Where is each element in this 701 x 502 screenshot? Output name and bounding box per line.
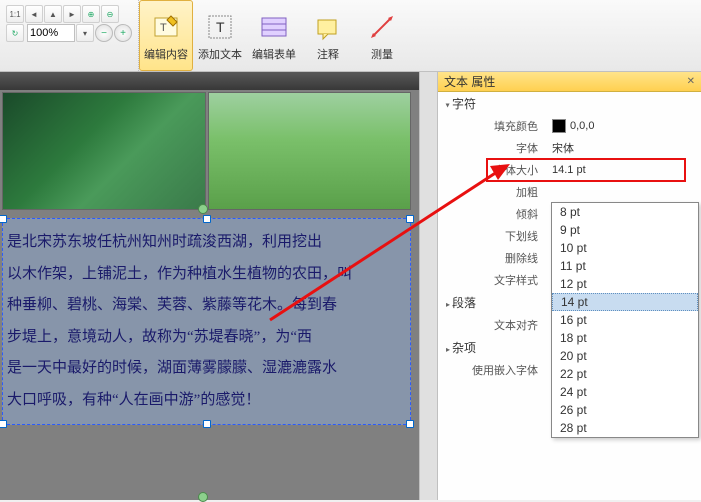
prop-embed-label: 使用嵌入字体	[438, 362, 548, 378]
doc-line: 种垂柳、碧桃、海棠、芙蓉、紫藤等花木。每到春	[7, 290, 406, 322]
zoom-out-tool-icon[interactable]: ⊖	[101, 5, 119, 23]
prop-font-size: 字体大小 14.1 pt	[438, 159, 701, 181]
zoom-stepper-icon[interactable]: ▾	[76, 24, 94, 42]
measure-label: 测量	[371, 46, 393, 62]
edit-form-icon	[257, 10, 291, 44]
selected-text-block[interactable]: 是北宋苏东坡任杭州知州时疏浚西湖，利用挖出 以木作架，上铺泥土，作为种植水生植物…	[2, 218, 411, 425]
font-size-option[interactable]: 12 pt	[552, 275, 698, 293]
font-size-option[interactable]: 20 pt	[552, 347, 698, 365]
svg-text:T: T	[160, 22, 167, 34]
font-size-option[interactable]: 11 pt	[552, 257, 698, 275]
svg-text:T: T	[216, 19, 225, 35]
nav-left-icon[interactable]: ◄	[25, 5, 43, 23]
rotation-handle[interactable]	[198, 492, 208, 502]
font-value[interactable]: 宋体	[548, 140, 701, 156]
font-size-option[interactable]: 24 pt	[552, 383, 698, 401]
add-text-icon: T	[203, 10, 237, 44]
edit-content-button[interactable]: T 编辑内容	[139, 0, 193, 71]
annotate-icon	[311, 10, 345, 44]
doc-line: 大口呼吸，有种“人在画中游”的感觉！	[7, 385, 406, 417]
zoom-plus-button[interactable]: +	[114, 24, 132, 42]
font-size-option[interactable]: 8 pt	[552, 203, 698, 221]
doc-line: 是一天中最好的时候，湖面薄雾朦朦、湿漉漉露水	[7, 353, 406, 385]
doc-line: 以木作架，上铺泥土，作为种植水生植物的农田，叫	[7, 259, 406, 291]
panel-title: 文本 属性	[444, 73, 495, 90]
zoom-input[interactable]	[27, 24, 75, 42]
measure-icon	[365, 10, 399, 44]
add-text-button[interactable]: T 添加文本	[193, 0, 247, 71]
font-size-option[interactable]: 26 pt	[552, 401, 698, 419]
font-size-dropdown: 8 pt9 pt10 pt11 pt12 pt14 pt16 pt18 pt20…	[551, 202, 699, 438]
nav-up-icon[interactable]: ▲	[44, 5, 62, 23]
rotation-handle[interactable]	[198, 204, 208, 214]
resize-handle[interactable]	[0, 420, 7, 428]
measure-button[interactable]: 测量	[355, 0, 409, 71]
resize-handle[interactable]	[203, 420, 211, 428]
image-row	[2, 92, 411, 210]
vertical-scrollbar[interactable]	[419, 72, 437, 500]
font-size-option[interactable]: 22 pt	[552, 365, 698, 383]
prop-underline-label: 下划线	[438, 228, 548, 244]
font-size-option[interactable]: 14 pt	[552, 293, 698, 311]
photo-1[interactable]	[2, 92, 206, 210]
color-swatch[interactable]	[552, 119, 566, 133]
fit-page-icon[interactable]: 1:1	[6, 5, 24, 23]
edit-form-button[interactable]: 编辑表单	[247, 0, 301, 71]
prop-bold-label: 加粗	[438, 184, 548, 200]
font-size-option[interactable]: 28 pt	[552, 419, 698, 437]
photo-2[interactable]	[208, 92, 412, 210]
section-char[interactable]: 字符	[438, 92, 701, 115]
document-workspace: 是北宋苏东坡任杭州知州时疏浚西湖，利用挖出 以木作架，上铺泥土，作为种植水生植物…	[0, 72, 419, 500]
prop-italic-label: 倾斜	[438, 206, 548, 222]
prop-align-label: 文本对齐	[438, 317, 548, 333]
font-size-option[interactable]: 10 pt	[552, 239, 698, 257]
font-size-option[interactable]: 18 pt	[552, 329, 698, 347]
zoom-minus-button[interactable]: −	[95, 24, 113, 42]
prop-strike-label: 删除线	[438, 250, 548, 266]
doc-line: 是北宋苏东坡任杭州知州时疏浚西湖，利用挖出	[7, 227, 406, 259]
resize-handle[interactable]	[0, 215, 7, 223]
add-text-label: 添加文本	[198, 46, 242, 62]
font-size-option[interactable]: 9 pt	[552, 221, 698, 239]
zoom-group: 1:1 ◄ ▲ ► ⊕ ⊖ ↻ ▾ − +	[0, 0, 139, 71]
horizontal-ruler	[0, 72, 419, 90]
annotate-button[interactable]: 注释	[301, 0, 355, 71]
resize-handle[interactable]	[406, 215, 414, 223]
edit-content-label: 编辑内容	[144, 46, 188, 62]
panel-title-bar: 文本 属性 ✕	[438, 72, 701, 92]
doc-line: 步堤上，意境动人，故称为“苏堤春晓”，为“西	[7, 322, 406, 354]
edit-content-icon: T	[149, 10, 183, 44]
rotate-icon[interactable]: ↻	[6, 24, 24, 42]
resize-handle[interactable]	[203, 215, 211, 223]
edit-form-label: 编辑表单	[252, 46, 296, 62]
page-area[interactable]: 是北宋苏东坡任杭州知州时疏浚西湖，利用挖出 以木作架，上铺泥土，作为种植水生植物…	[0, 90, 419, 94]
properties-panel: 文本 属性 ✕ 字符 填充颜色 0,0,0 字体 宋体 字体大小 14.1 pt…	[437, 72, 701, 500]
annotate-label: 注释	[317, 46, 339, 62]
zoom-in-tool-icon[interactable]: ⊕	[82, 5, 100, 23]
nav-right-icon[interactable]: ►	[63, 5, 81, 23]
prop-font: 字体 宋体	[438, 137, 701, 159]
prop-fill-color: 填充颜色 0,0,0	[438, 115, 701, 137]
resize-handle[interactable]	[406, 420, 414, 428]
font-size-option[interactable]: 16 pt	[552, 311, 698, 329]
prop-text-style-label: 文字样式	[438, 272, 548, 288]
font-size-value[interactable]: 14.1 pt	[548, 164, 701, 176]
main-toolbar: 1:1 ◄ ▲ ► ⊕ ⊖ ↻ ▾ − + T 编辑内容	[0, 0, 701, 72]
close-icon[interactable]: ✕	[687, 76, 695, 87]
